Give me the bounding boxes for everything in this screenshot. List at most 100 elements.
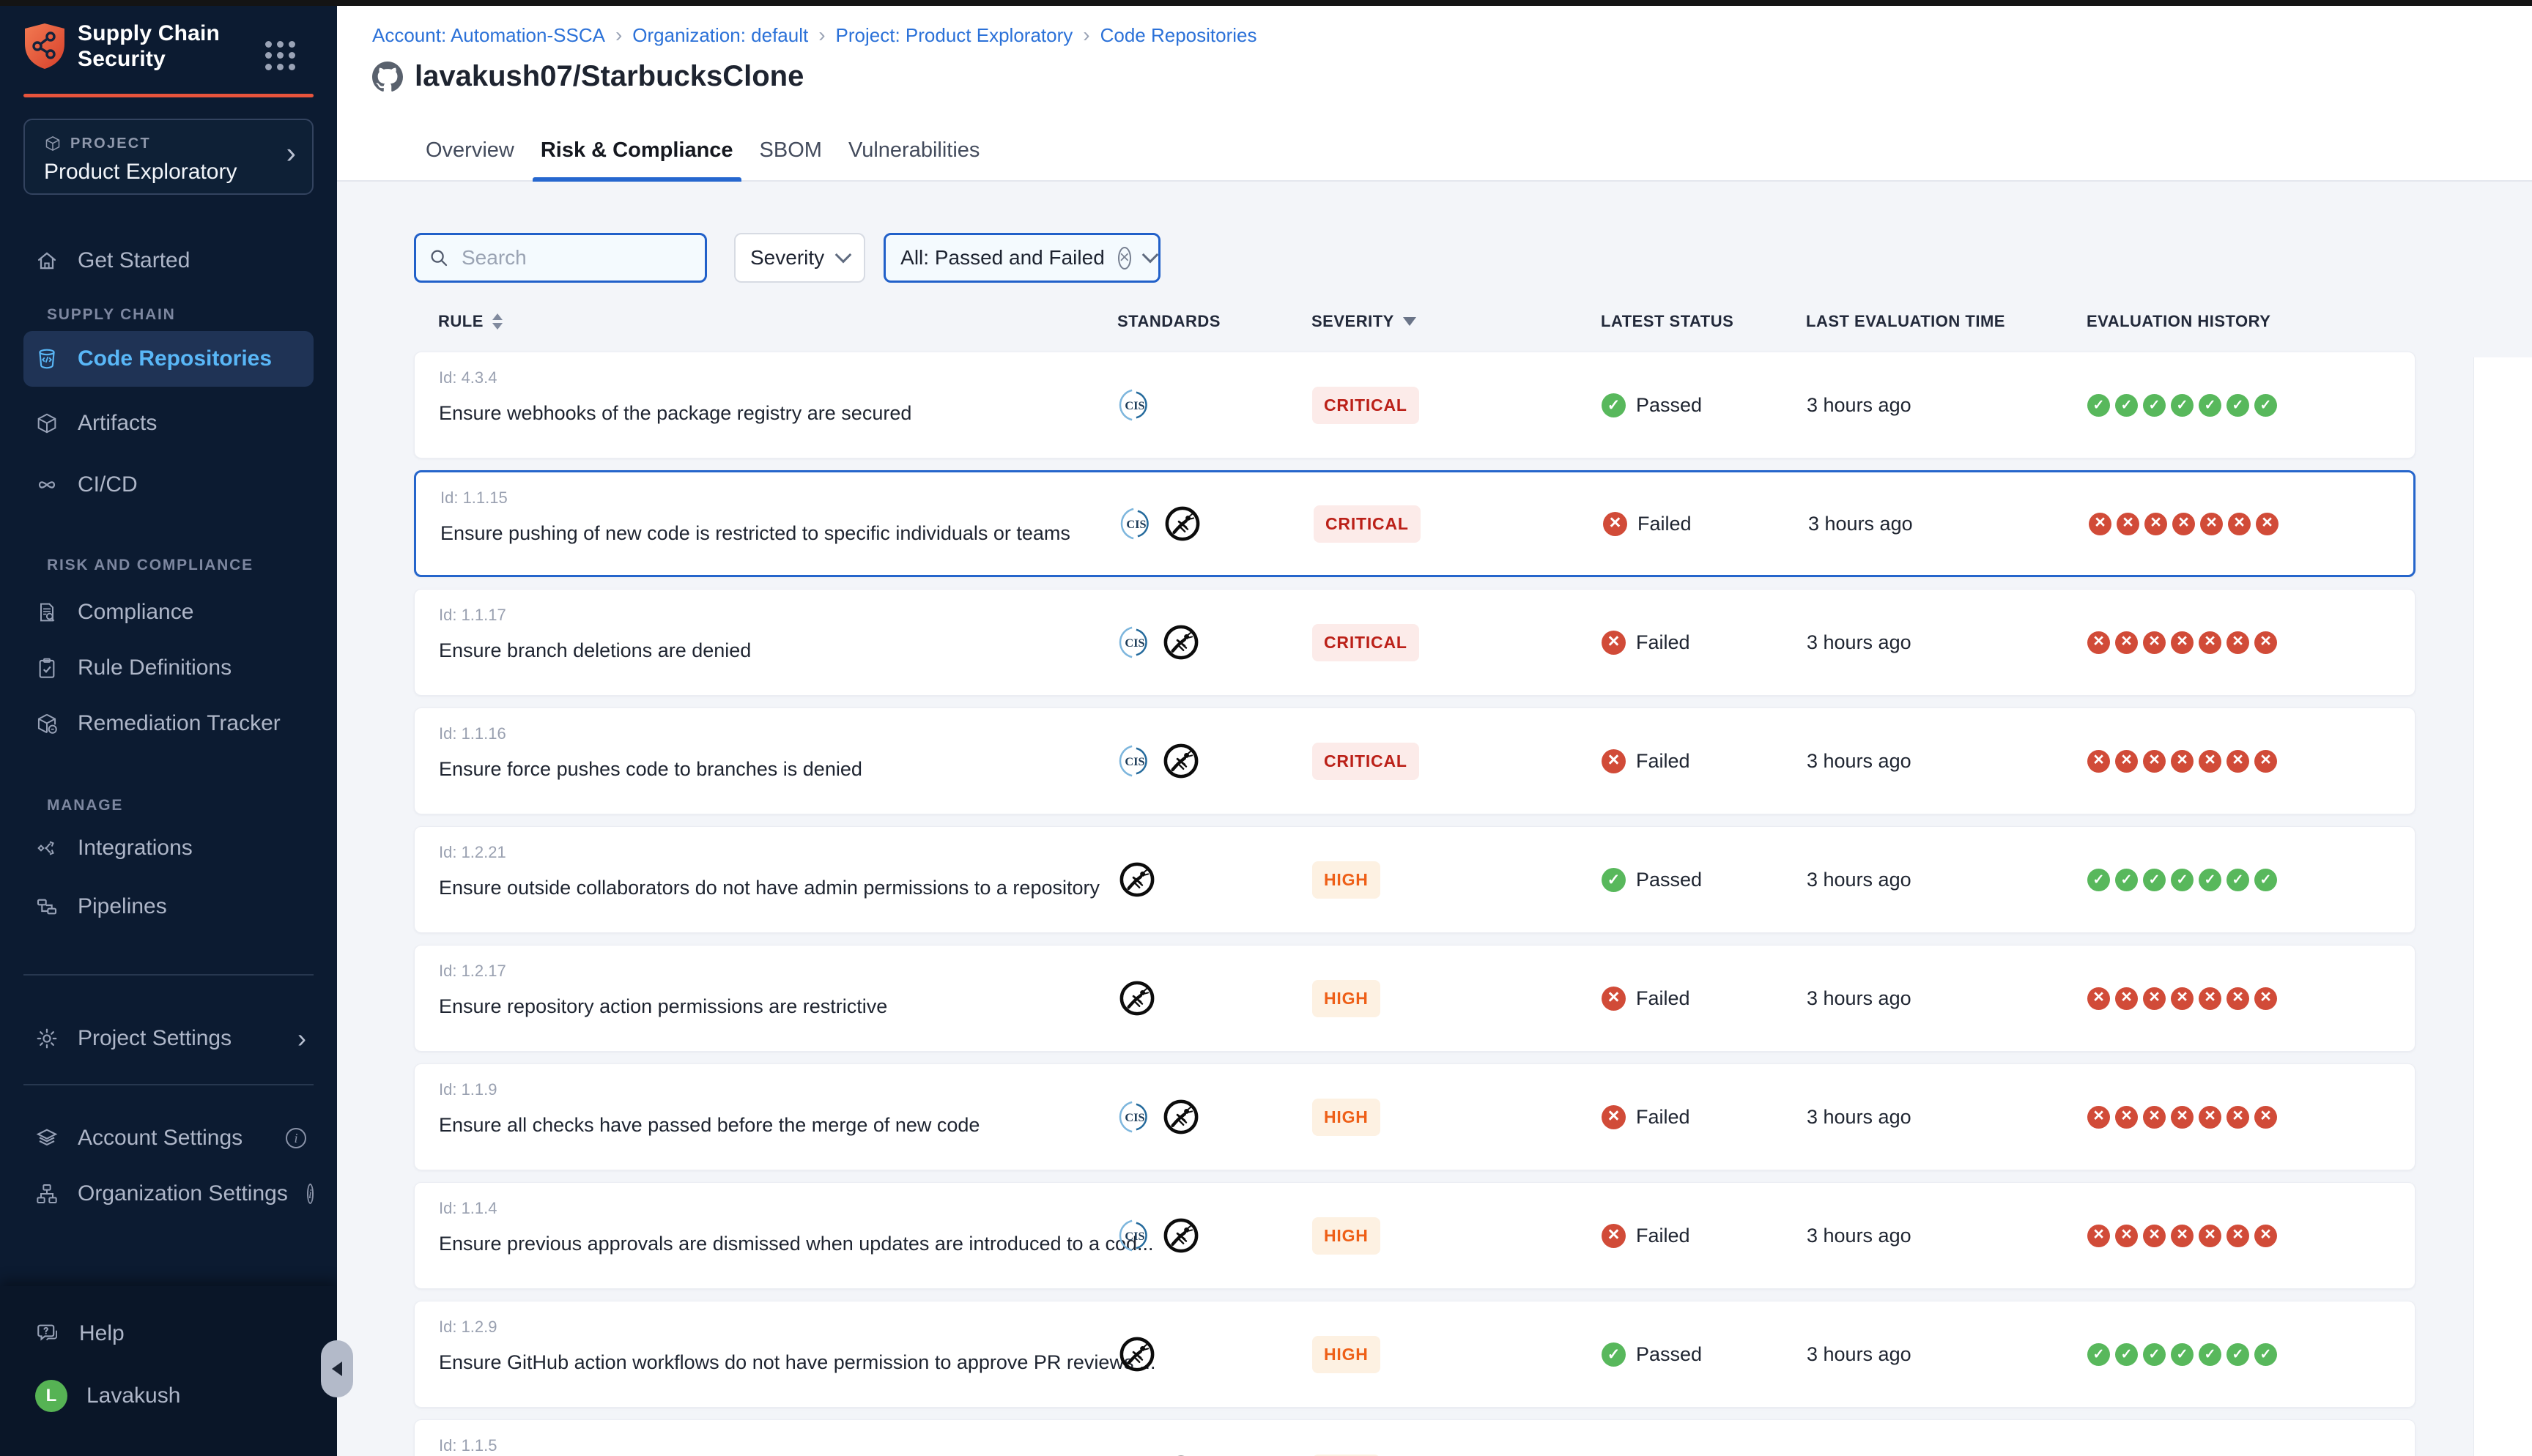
status-label: Failed <box>1636 1225 1690 1247</box>
sidebar-item-pipelines[interactable]: Pipelines <box>23 891 314 923</box>
table-row[interactable]: Id: 1.2.21 Ensure outside collaborators … <box>414 826 2416 933</box>
sort-icon[interactable] <box>492 313 503 330</box>
owasp-standard-icon <box>1118 861 1156 899</box>
info-icon[interactable] <box>286 1128 306 1148</box>
breadcrumb: Account: Automation-SSCA › Organization:… <box>372 23 1256 47</box>
column-severity: SEVERITY <box>1311 312 1601 331</box>
table-row[interactable]: Id: 1.1.4 Ensure previous approvals are … <box>414 1182 2416 1289</box>
evaluation-failed-icon <box>2143 1225 2166 1247</box>
sort-desc-icon[interactable] <box>1403 317 1416 326</box>
last-evaluation-time: 3 hours ago <box>1807 394 2087 417</box>
status-label: Failed <box>1636 1106 1690 1129</box>
sidebar-collapse-handle[interactable] <box>321 1340 353 1397</box>
breadcrumb-code-repositories[interactable]: Code Repositories <box>1100 24 1257 47</box>
rule-id: Id: 1.1.4 <box>439 1199 1118 1218</box>
evaluation-history <box>2087 1343 2415 1366</box>
sidebar-item-compliance[interactable]: Compliance <box>23 596 314 628</box>
project-selector[interactable]: PROJECT Product Exploratory › <box>23 119 314 195</box>
table-row-selected[interactable]: Id: 1.1.15 Ensure pushing of new code is… <box>414 470 2416 577</box>
evaluation-history <box>2087 1106 2415 1129</box>
sidebar-item-integrations[interactable]: Integrations <box>23 832 314 864</box>
breadcrumb-organization[interactable]: Organization: default <box>632 24 808 47</box>
app-logo[interactable]: Supply Chain Security <box>23 21 220 72</box>
evaluation-failed-icon <box>2087 631 2110 654</box>
standards-cell <box>1118 742 1312 780</box>
sidebar-item-code-repositories[interactable]: Code Repositories <box>23 331 314 387</box>
sidebar-item-label: Remediation Tracker <box>78 711 281 736</box>
status-label: Failed <box>1636 750 1690 773</box>
evaluation-passed-icon <box>2226 869 2249 891</box>
table-row[interactable]: Id: 4.3.4 Ensure webhooks of the package… <box>414 352 2416 458</box>
standards-cell <box>1118 1217 1312 1255</box>
evaluation-passed-icon <box>2115 394 2138 417</box>
sidebar-item-remediation-tracker[interactable]: Remediation Tracker <box>23 707 314 740</box>
sidebar: Supply Chain Security PROJECT Product Ex… <box>0 6 337 1456</box>
info-icon[interactable] <box>307 1184 314 1204</box>
owasp-standard-icon <box>1118 1335 1156 1373</box>
rule-id: Id: 1.1.16 <box>439 724 1118 743</box>
table-row[interactable]: Id: 1.2.9 Ensure GitHub action workflows… <box>414 1301 2416 1408</box>
supply-chain-security-shield-icon <box>23 22 66 70</box>
user-menu[interactable]: L Lavakush <box>35 1380 180 1412</box>
standards-cell <box>1118 1335 1312 1373</box>
help-label: Help <box>79 1321 125 1346</box>
evaluation-failed-icon <box>2171 631 2194 654</box>
evaluation-passed-icon <box>2143 1343 2166 1366</box>
standards-cell <box>1119 505 1314 543</box>
tab-overview[interactable]: Overview <box>418 138 522 182</box>
severity-filter-dropdown[interactable]: Severity <box>734 233 865 283</box>
user-name: Lavakush <box>86 1383 180 1408</box>
column-label: LAST EVALUATION TIME <box>1806 312 2005 331</box>
table-row[interactable]: Id: 1.1.9 Ensure all checks have passed … <box>414 1063 2416 1170</box>
app-switcher-icon[interactable] <box>265 41 296 70</box>
evaluation-history <box>2087 987 2415 1010</box>
evaluation-failed-icon <box>2199 987 2221 1010</box>
cis-standard-icon <box>1118 1219 1152 1252</box>
search-input[interactable] <box>460 245 683 270</box>
status-passed-icon <box>1602 1342 1626 1367</box>
sidebar-item-cicd[interactable]: CI/CD <box>23 469 314 501</box>
sidebar-divider <box>23 1084 314 1085</box>
tab-sbom[interactable]: SBOM <box>752 138 830 182</box>
evaluation-failed-icon <box>2171 1225 2194 1247</box>
tab-risk-and-compliance[interactable]: Risk & Compliance <box>533 138 741 182</box>
sidebar-item-get-started[interactable]: Get Started <box>23 245 314 277</box>
owasp-standard-icon <box>1162 1098 1200 1136</box>
evaluation-passed-icon <box>2087 1343 2110 1366</box>
status-failed-icon <box>1602 1105 1626 1129</box>
evaluation-failed-icon <box>2226 631 2249 654</box>
breadcrumb-project[interactable]: Project: Product Exploratory <box>836 24 1073 47</box>
status-filter-dropdown[interactable]: All: Passed and Failed <box>884 233 1160 283</box>
evaluation-passed-icon <box>2254 1343 2277 1366</box>
status-failed-icon <box>1602 1224 1626 1248</box>
clear-filter-icon[interactable] <box>1118 247 1131 270</box>
sidebar-item-project-settings[interactable]: Project Settings › <box>23 1022 314 1055</box>
search-box[interactable] <box>414 233 707 283</box>
table-row[interactable]: Id: 1.1.5 HIGH Failed 3 hours ago <box>414 1419 2416 1456</box>
table-row[interactable]: Id: 1.1.17 Ensure branch deletions are d… <box>414 589 2416 696</box>
gear-icon <box>35 1027 59 1050</box>
collapse-left-icon <box>332 1362 342 1376</box>
breadcrumb-account[interactable]: Account: Automation-SSCA <box>372 24 605 47</box>
sidebar-item-rule-definitions[interactable]: Rule Definitions <box>23 652 314 684</box>
table-row[interactable]: Id: 1.2.17 Ensure repository action perm… <box>414 945 2416 1052</box>
column-label: EVALUATION HISTORY <box>2087 312 2270 331</box>
rule-id: Id: 1.1.15 <box>440 489 1119 508</box>
evaluation-failed-icon <box>2228 513 2251 535</box>
evaluation-failed-icon <box>2199 1225 2221 1247</box>
evaluation-failed-icon <box>2144 513 2167 535</box>
help-button[interactable]: Help <box>35 1321 125 1346</box>
artifact-cube-icon <box>35 412 59 435</box>
column-latest-status: LATEST STATUS <box>1601 312 1806 331</box>
evaluation-failed-icon <box>2115 631 2138 654</box>
evaluation-failed-icon <box>2143 1106 2166 1129</box>
sidebar-item-account-settings[interactable]: Account Settings <box>23 1122 314 1154</box>
sidebar-item-artifacts[interactable]: Artifacts <box>23 407 314 439</box>
evaluation-passed-icon <box>2171 1343 2194 1366</box>
evaluation-failed-icon <box>2256 513 2279 535</box>
cis-standard-icon <box>1118 625 1152 659</box>
org-chart-icon <box>35 1182 59 1206</box>
tab-vulnerabilities[interactable]: Vulnerabilities <box>840 138 988 182</box>
table-row[interactable]: Id: 1.1.16 Ensure force pushes code to b… <box>414 707 2416 814</box>
sidebar-item-organization-settings[interactable]: Organization Settings <box>23 1178 314 1210</box>
